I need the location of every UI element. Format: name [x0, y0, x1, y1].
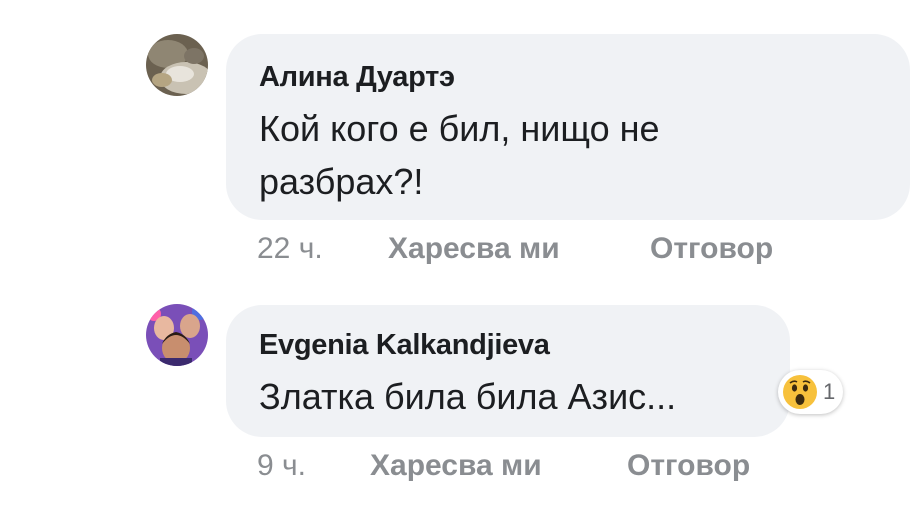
profile-photo-icon — [146, 304, 208, 366]
comment-text-line: Златка била била Азис... — [259, 376, 677, 417]
wow-emoji-icon — [783, 375, 817, 409]
comment-timestamp[interactable]: 9 ч. — [257, 449, 306, 483]
comment-timestamp[interactable]: 22 ч. — [257, 232, 323, 266]
avatar[interactable] — [146, 304, 208, 366]
comment-text-line: разбрах?! — [259, 161, 424, 202]
comment-author[interactable]: Evgenia Kalkandjieva — [259, 329, 550, 362]
reply-button[interactable]: Отговор — [650, 232, 773, 266]
comment-text-line: Кой кого е бил, нищо не — [259, 108, 660, 149]
profile-photo-icon — [146, 34, 208, 96]
like-button[interactable]: Харесва ми — [388, 232, 560, 266]
reply-button[interactable]: Отговор — [627, 449, 750, 483]
comment-author[interactable]: Алина Дуартэ — [259, 61, 455, 94]
reaction-summary[interactable]: 1 — [778, 370, 844, 414]
like-button[interactable]: Харесва ми — [370, 449, 542, 483]
avatar[interactable] — [146, 34, 208, 96]
reaction-count: 1 — [823, 379, 836, 404]
